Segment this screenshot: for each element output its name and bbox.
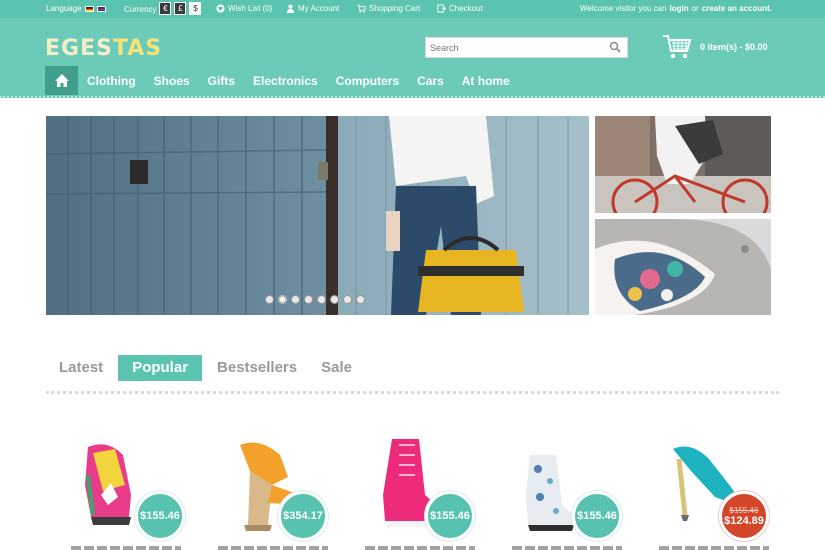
slider-dot-6[interactable] — [330, 295, 339, 304]
logo-accent: TAS — [112, 36, 163, 61]
wishlist-link[interactable]: Wish List (0) — [216, 4, 272, 13]
search-box — [425, 37, 628, 58]
search-input[interactable] — [426, 38, 601, 58]
old-price: $155.46 — [729, 505, 759, 515]
product-title[interactable] — [71, 546, 181, 550]
cart-small-icon — [357, 4, 366, 13]
slider-dot-8[interactable] — [356, 295, 365, 304]
currency-pound-button[interactable]: £ — [174, 2, 187, 15]
uk-flag-icon[interactable] — [96, 5, 106, 12]
logo-main: EGES — [45, 36, 113, 61]
slider-dot-3[interactable] — [291, 295, 300, 304]
price-badge: $155.46 — [135, 491, 185, 541]
slider-dot-7[interactable] — [343, 295, 352, 304]
slider-dot-2[interactable] — [278, 295, 287, 304]
my-account-link[interactable]: My Account — [286, 4, 339, 13]
heart-icon — [216, 4, 225, 13]
price-value: $354.17 — [283, 510, 323, 522]
price-badge: $354.17 — [278, 491, 328, 541]
nav-item-clothing[interactable]: Clothing — [78, 66, 145, 95]
tab-sale[interactable]: Sale — [312, 355, 361, 381]
checkout-label: Checkout — [449, 4, 483, 13]
price-badge: $155.46 — [425, 491, 475, 541]
promo-image-cyclist[interactable] — [595, 116, 771, 213]
product-title[interactable] — [659, 546, 769, 550]
welcome-text: Welcome visitor you can — [580, 4, 667, 13]
create-account-link[interactable]: create an account. — [702, 4, 772, 13]
wishlist-label: Wish List (0) — [228, 4, 273, 13]
nav-item-gifts[interactable]: Gifts — [199, 66, 244, 95]
cart-icon[interactable] — [662, 33, 692, 61]
slider-dot-4[interactable] — [304, 295, 313, 304]
nav-item-cars[interactable]: Cars — [408, 66, 453, 95]
product-title[interactable] — [512, 546, 622, 550]
nav-item-shoes[interactable]: Shoes — [145, 66, 199, 95]
slider-dot-5[interactable] — [317, 295, 326, 304]
product-card[interactable]: $155.46 — [504, 425, 631, 550]
tabs-divider — [46, 391, 779, 394]
promo-image-cap[interactable] — [595, 219, 771, 315]
price-value: $155.46 — [577, 510, 617, 522]
home-button[interactable] — [45, 66, 78, 95]
product-tabs: Latest Popular Bestsellers Sale — [50, 355, 361, 381]
sale-price-badge: $155.46 $124.89 — [719, 491, 769, 541]
tab-bestsellers[interactable]: Bestsellers — [208, 355, 306, 381]
nav-item-electronics[interactable]: Electronics — [244, 66, 327, 95]
top-bar: Language Currency € £ $ Wish List (0) My… — [0, 0, 825, 18]
header: EGESTAS 0 item(s) - $0.00 Clothing Shoes… — [0, 18, 825, 98]
nav-item-at-home[interactable]: At home — [453, 66, 519, 95]
slider-dots — [265, 295, 365, 304]
login-link[interactable]: login — [670, 4, 689, 13]
shopping-cart-link[interactable]: Shopping Cart — [357, 4, 420, 13]
tab-popular[interactable]: Popular — [118, 355, 203, 381]
language-selector: Language — [46, 4, 106, 13]
currency-euro-button[interactable]: € — [159, 2, 172, 15]
currency-dollar-button[interactable]: $ — [189, 2, 202, 15]
product-card[interactable]: $155.46 — [63, 425, 190, 550]
user-icon — [286, 4, 295, 13]
nav-item-computers[interactable]: Computers — [327, 66, 408, 95]
site-logo[interactable]: EGESTAS — [45, 36, 162, 61]
tab-latest[interactable]: Latest — [50, 355, 112, 381]
price-badge: $155.46 — [572, 491, 622, 541]
product-title[interactable] — [365, 546, 475, 550]
currency-selector: Currency € £ $ — [124, 2, 202, 15]
product-title[interactable] — [218, 546, 328, 550]
home-icon — [54, 74, 69, 87]
welcome-or: or — [691, 4, 699, 13]
shopping-cart-label: Shopping Cart — [369, 4, 421, 13]
hero-slider-image[interactable] — [46, 116, 589, 315]
search-icon[interactable] — [609, 41, 621, 53]
cart-summary[interactable]: 0 item(s) - $0.00 — [700, 42, 768, 52]
my-account-label: My Account — [298, 4, 340, 13]
welcome-message: Welcome visitor you can login or create … — [580, 4, 772, 13]
currency-label: Currency — [124, 5, 157, 14]
checkout-icon — [437, 4, 446, 13]
price-value: $155.46 — [430, 510, 470, 522]
header-divider — [0, 96, 825, 99]
price-value: $124.89 — [724, 514, 764, 527]
slider-dot-1[interactable] — [265, 295, 274, 304]
product-card[interactable]: $354.17 — [210, 425, 337, 550]
product-card[interactable]: $155.46 $124.89 — [651, 425, 778, 550]
price-value: $155.46 — [140, 510, 180, 522]
german-flag-icon[interactable] — [84, 5, 94, 12]
main-nav: Clothing Shoes Gifts Electronics Compute… — [45, 66, 519, 95]
checkout-link[interactable]: Checkout — [437, 4, 483, 13]
language-label: Language — [46, 4, 82, 13]
product-card[interactable]: $155.46 — [357, 425, 484, 550]
